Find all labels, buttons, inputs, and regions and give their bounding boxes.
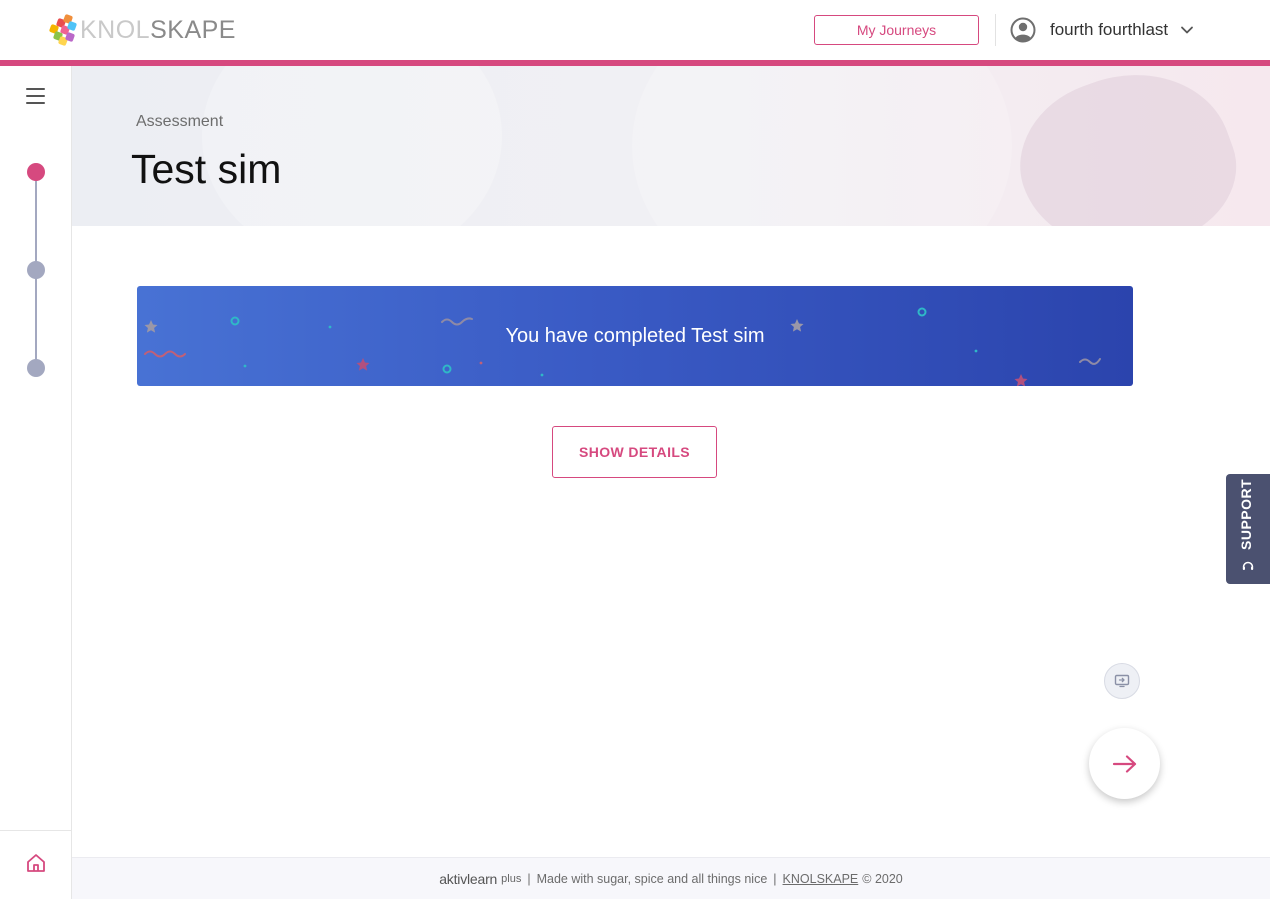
page-title: Test sim: [131, 146, 282, 192]
knolskape-logo[interactable]: KNOLSKAPE: [48, 13, 236, 47]
support-tab[interactable]: SUPPORT: [1226, 474, 1270, 584]
rail-divider: [0, 830, 71, 831]
step-dot-1[interactable]: [27, 163, 45, 181]
user-name: fourth fourthlast: [1050, 20, 1169, 39]
logo-mark-icon: [48, 13, 78, 47]
knolskape-link[interactable]: KNOLSKAPE: [783, 872, 859, 886]
footer-separator: |: [527, 871, 531, 886]
aktivlearn-logo: aktivlearn: [439, 870, 498, 887]
support-label: SUPPORT: [1238, 478, 1254, 550]
top-bar: KNOLSKAPE My Journeys fourth fourthlast: [0, 0, 1270, 60]
completion-message: You have completed Test sim: [505, 324, 765, 347]
left-rail: [0, 66, 72, 899]
footer-separator: |: [773, 871, 777, 886]
next-button[interactable]: [1089, 728, 1160, 799]
footer: aktivlearn plus | Made with sugar, spice…: [72, 857, 1270, 899]
arrow-right-icon: [1112, 754, 1136, 773]
chevron-down-icon[interactable]: [1180, 23, 1194, 37]
breadcrumb: Assessment: [136, 113, 224, 130]
header-divider: [995, 14, 996, 46]
present-mode-button[interactable]: [1104, 663, 1140, 699]
logo-wordmark: KNOLSKAPE: [80, 15, 236, 44]
footer-tagline: Made with sugar, spice and all things ni…: [536, 871, 768, 886]
user-menu[interactable]: fourth fourthlast: [1010, 16, 1194, 44]
footer-copyright: © 2020: [862, 871, 903, 886]
hamburger-icon[interactable]: [26, 88, 45, 104]
headset-icon: [1242, 561, 1254, 570]
step-dot-2[interactable]: [27, 261, 45, 279]
present-icon: [1114, 674, 1130, 688]
user-avatar-icon: [1010, 17, 1036, 43]
page-hero: Assessment Test sim: [72, 66, 1270, 226]
show-details-button[interactable]: SHOW DETAILS: [552, 426, 717, 478]
aktivlearn-plus-label: plus: [501, 872, 522, 885]
home-icon[interactable]: [25, 852, 47, 874]
step-dot-3[interactable]: [27, 359, 45, 377]
completion-banner: You have completed Test sim: [137, 286, 1133, 386]
my-journeys-button[interactable]: My Journeys: [814, 15, 979, 45]
